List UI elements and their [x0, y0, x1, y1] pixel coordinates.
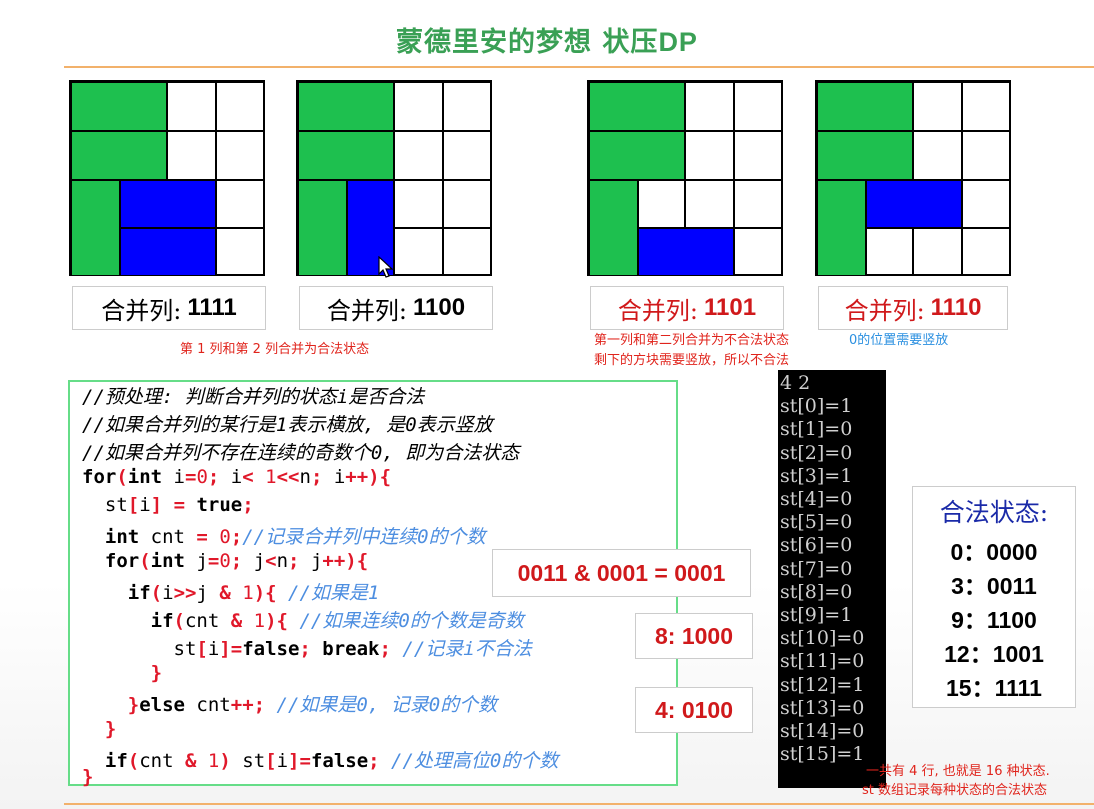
legal-state-row: 0：0000: [950, 539, 1038, 565]
console-line: st[10]=0: [780, 627, 865, 650]
slide-title: 蒙德里安的梦想 状压DP: [0, 20, 1094, 59]
console-line: st[6]=0: [780, 534, 853, 557]
code-comment: //预处理: 判断合并列的状态i是否合法: [82, 386, 425, 408]
code-line: if(cnt & 1) st[i]=false; //处理高位0的个数: [104, 750, 559, 772]
legal-state-row: 15：1111: [946, 675, 1042, 701]
grid-label-1111: 合并列: 1111: [72, 286, 266, 330]
horizontal-tile: [866, 180, 962, 228]
console-line: st[1]=0: [780, 418, 853, 441]
horizontal-tile: [817, 131, 913, 180]
code-line: }: [82, 766, 94, 788]
grid-label-1101: 合并列: 1101: [590, 286, 784, 330]
code-comment: //如果合并列不存在连续的奇数个0, 即为合法状态: [82, 442, 520, 464]
legal-state-row: 9：1100: [951, 607, 1037, 633]
console-line: st[9]=1: [780, 604, 853, 627]
horizontal-tile: [638, 228, 734, 276]
code-line: if(cnt & 1){ //如果连续0的个数是奇数: [150, 610, 524, 632]
code-line: st[i]=false; break; //记录i不合法: [82, 638, 532, 660]
code-line: st[i] = true;: [82, 494, 254, 516]
vertical-tile: [817, 180, 866, 276]
title-suffix: DP: [658, 27, 698, 57]
title-divider: [64, 66, 1094, 68]
grid-1101: [587, 80, 783, 276]
legal-states-box: 合法状态: 0：0000 3：0011 9：1100 12：1001 15：11…: [912, 486, 1076, 708]
grid-1111: [69, 80, 265, 276]
legal-state-row: 3：0011: [951, 573, 1037, 599]
code-line: }: [150, 662, 163, 684]
horizontal-tile: [298, 82, 394, 131]
console-line: st[14]=0: [780, 720, 865, 743]
console-header: 4 2: [780, 372, 811, 394]
vertical-tile: [71, 180, 120, 276]
grid-label-1100: 合并列: 1100: [299, 286, 493, 330]
grid-1110: [815, 80, 1011, 276]
console-line: st[3]=1: [780, 464, 853, 487]
console-line: st[7]=0: [780, 557, 853, 580]
and-expression-callout: 0011 & 0001 = 0001: [492, 549, 751, 597]
vertical-tile: [589, 180, 638, 276]
console-line: st[5]=0: [780, 511, 853, 534]
legal-states-title: 合法状态:: [939, 498, 1049, 527]
code-line: }: [104, 718, 117, 740]
console-line: st[0]=1: [780, 395, 853, 418]
horizontal-tile: [589, 131, 685, 180]
horizontal-tile: [589, 82, 685, 131]
console-line: st[2]=0: [780, 441, 853, 464]
console-line: st[11]=0: [780, 650, 865, 673]
mouse-cursor-icon: [378, 256, 394, 278]
summary-note-line2: st 数组记录每种状态的合法状态: [862, 783, 1048, 798]
code-line: }else cnt++; //如果是0, 记录0的个数: [127, 694, 498, 716]
illegal-note-line2: 剩下的方块需要竖放，所以不合法: [594, 353, 790, 368]
horizontal-tile: [817, 82, 913, 131]
horizontal-tile: [120, 228, 216, 276]
summary-note-line1: 一共有 4 行, 也就是 16 种状态.: [866, 764, 1050, 779]
four-binary-callout: 4: 0100: [635, 687, 753, 733]
code-line: if(i>>j & 1){ //如果是1: [127, 582, 380, 604]
console-output: 4 2 st[0]=1 st[1]=0 st[2]=0 st[3]=1 st[4…: [778, 370, 886, 788]
code-line: for(int i=0; i< 1<<n; i++){: [82, 466, 392, 488]
title-text: 蒙德里安的梦想 状压: [396, 27, 659, 58]
legal-state-row: 12：1001: [944, 641, 1044, 667]
console-line: st[13]=0: [780, 696, 865, 719]
console-line: st[12]=1: [780, 673, 865, 696]
legal-merge-note: 第 1 列和第 2 列合并为合法状态: [180, 342, 370, 357]
code-line: int cnt = 0;//记录合并列中连续0的个数: [104, 526, 486, 548]
vertical-tile: [298, 180, 347, 276]
horizontal-tile: [71, 82, 167, 131]
grid-label-1110: 合并列: 1110: [818, 286, 1008, 330]
console-line: st[4]=0: [780, 488, 853, 511]
console-line: st[8]=0: [780, 580, 853, 603]
horizontal-tile: [120, 180, 216, 228]
code-line: for(int j=0; j<n; j++){: [104, 550, 369, 572]
footer-divider: [64, 803, 1094, 805]
eight-binary-callout: 8: 1000: [635, 613, 753, 659]
horizontal-tile: [71, 131, 167, 180]
grid-1100: [296, 80, 492, 276]
code-comment: //如果合并列的某行是1表示横放, 是0表示竖放: [82, 414, 493, 436]
zero-vertical-note: 0的位置需要竖放: [849, 333, 949, 348]
horizontal-tile: [298, 131, 394, 180]
illegal-note-line1: 第一列和第二列合并为不合法状态: [594, 333, 790, 348]
